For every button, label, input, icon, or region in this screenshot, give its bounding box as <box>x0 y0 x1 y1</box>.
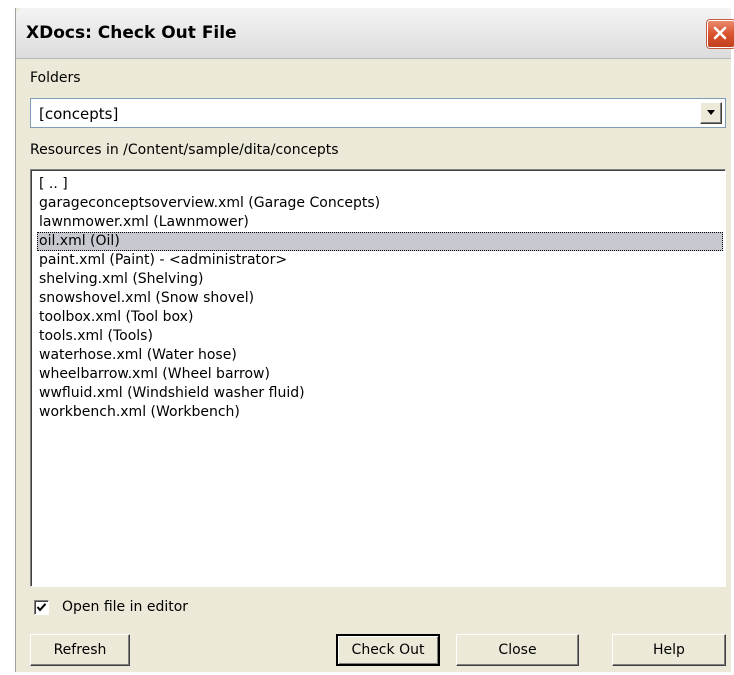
list-item[interactable]: wheelbarrow.xml (Wheel barrow) <box>37 365 723 384</box>
list-item[interactable]: paint.xml (Paint) - <administrator> <box>37 251 723 270</box>
close-x-icon <box>713 26 727 40</box>
list-item-selected[interactable]: oil.xml (Oil) <box>37 232 723 251</box>
open-in-editor-checkbox[interactable] <box>34 600 49 615</box>
close-window-button[interactable] <box>707 20 734 48</box>
resources-list[interactable]: [ .. ] garageconceptsoverview.xml (Garag… <box>30 169 726 587</box>
help-button[interactable]: Help <box>612 634 726 666</box>
folders-label: Folders <box>30 70 81 86</box>
list-item[interactable]: garageconceptsoverview.xml (Garage Conce… <box>37 194 723 213</box>
list-item[interactable]: toolbox.xml (Tool box) <box>37 308 723 327</box>
list-item[interactable]: workbench.xml (Workbench) <box>37 403 723 422</box>
list-item[interactable]: [ .. ] <box>37 175 723 194</box>
resources-label: Resources in /Content/sample/dita/concep… <box>30 142 339 158</box>
resources-list-items: [ .. ] garageconceptsoverview.xml (Garag… <box>37 175 723 422</box>
check-out-button[interactable]: Check Out <box>336 634 440 666</box>
chevron-down-icon <box>707 110 715 115</box>
refresh-button[interactable]: Refresh <box>30 634 130 666</box>
folders-dropdown-button[interactable] <box>700 102 722 124</box>
list-item[interactable]: waterhose.xml (Water hose) <box>37 346 723 365</box>
list-item[interactable]: tools.xml (Tools) <box>37 327 723 346</box>
list-item[interactable]: wwfluid.xml (Windshield washer fluid) <box>37 384 723 403</box>
folders-selected-value: [concepts] <box>39 105 119 123</box>
check-out-dialog: XDocs: Check Out File Folders [concepts]… <box>15 8 734 672</box>
folders-dropdown[interactable]: [concepts] <box>30 98 726 128</box>
open-in-editor-label[interactable]: Open file in editor <box>62 599 188 615</box>
checkmark-icon <box>36 603 47 612</box>
title-bar[interactable]: XDocs: Check Out File <box>16 8 734 59</box>
list-item[interactable]: snowshovel.xml (Snow shovel) <box>37 289 723 308</box>
list-item[interactable]: shelving.xml (Shelving) <box>37 270 723 289</box>
close-button[interactable]: Close <box>456 634 579 666</box>
list-item[interactable]: lawnmower.xml (Lawnmower) <box>37 213 723 232</box>
window-title: XDocs: Check Out File <box>26 23 237 43</box>
